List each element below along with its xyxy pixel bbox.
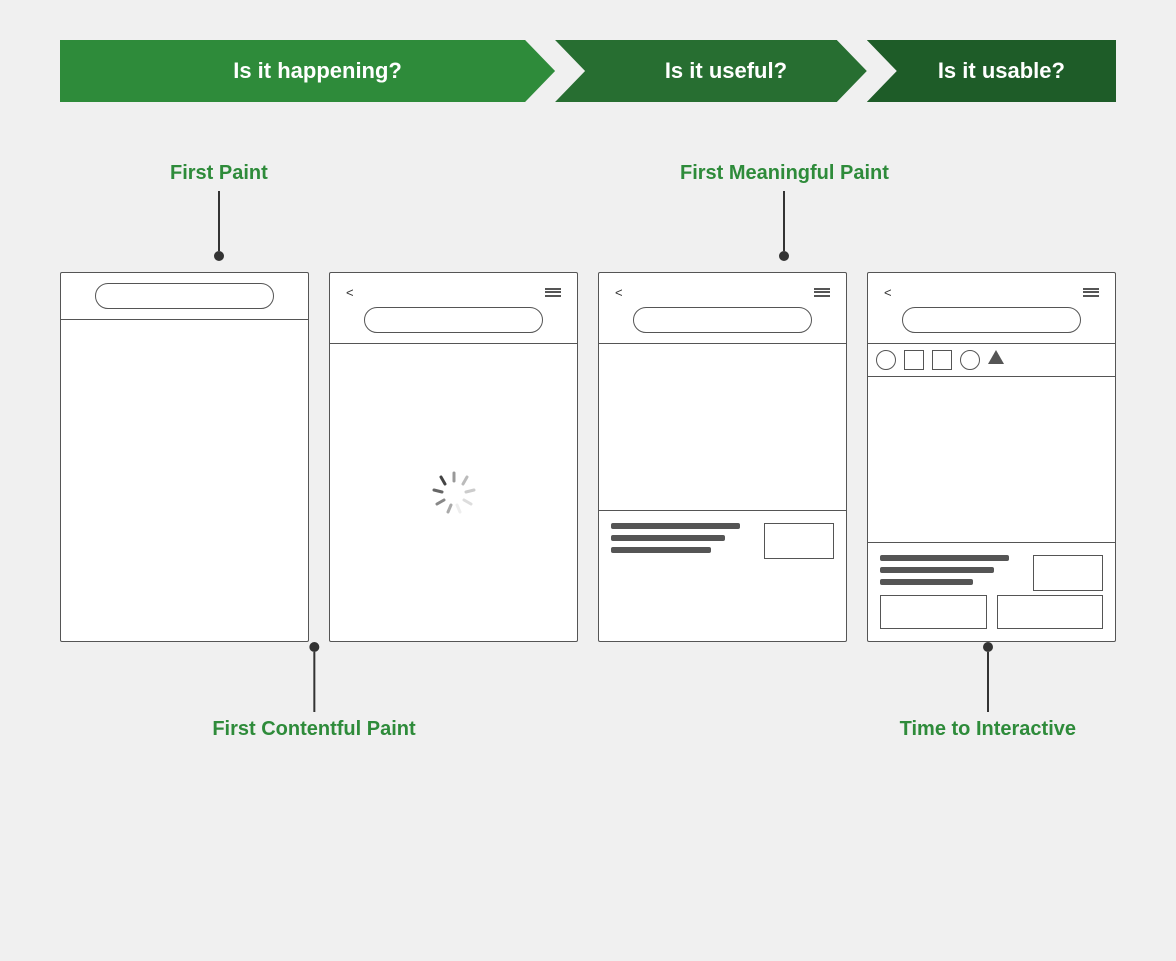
time-to-interactive-dot (983, 642, 993, 652)
screen4-nav: < (880, 283, 1103, 301)
screen4-content-row (880, 555, 1103, 591)
screen4-bottom-buttons (880, 595, 1103, 629)
tab-icon-circle-2 (960, 350, 980, 370)
loading-spinner (429, 468, 479, 518)
tab-icon-triangle (988, 350, 1004, 364)
bottom-labels: First Contentful Paint Time to Interacti… (60, 642, 1116, 752)
screen3-button (764, 523, 834, 559)
first-contentful-paint-label: First Contentful Paint (212, 718, 415, 741)
text-line-2 (611, 535, 725, 541)
text-line-5 (880, 567, 994, 573)
text-line-1 (611, 523, 740, 529)
screen2-body (330, 344, 577, 641)
tab-icon-square-2 (932, 350, 952, 370)
screen4-text-block (880, 555, 1023, 591)
first-meaningful-paint-dot (779, 251, 789, 261)
screen1-body (61, 320, 308, 641)
bottom-btn-2 (997, 595, 1104, 629)
banner-arrow-2: Is it useful? (555, 40, 867, 102)
first-meaningful-paint-label: First Meaningful Paint (680, 162, 889, 185)
screen2-wrapper: < (329, 272, 578, 642)
screen4-mockup: < (867, 272, 1116, 642)
banner: Is it happening? Is it useful? Is it usa… (60, 40, 1116, 102)
first-paint-line (218, 191, 220, 251)
back-icon-4: < (884, 285, 892, 300)
screen3-nav: < (611, 283, 834, 301)
text-line-6 (880, 579, 973, 585)
screen1-wrapper (60, 272, 309, 642)
banner-arrow-1: Is it happening? (60, 40, 555, 102)
back-icon: < (346, 285, 354, 300)
bottom-btn-1 (880, 595, 987, 629)
screen3-text-block (611, 523, 754, 559)
screen4-header: < (868, 273, 1115, 344)
screen2-header: < (330, 273, 577, 344)
tab-icon-circle-1 (876, 350, 896, 370)
screen3-wrapper: < (598, 272, 847, 642)
first-contentful-paint-dot (309, 642, 319, 652)
first-meaningful-paint-line (783, 191, 785, 251)
hamburger-icon (545, 286, 561, 298)
screen4-button (1033, 555, 1103, 591)
screen4-search-bar (902, 307, 1080, 333)
screen2-search-bar (364, 307, 542, 333)
banner-label-2: Is it useful? (665, 58, 787, 84)
screen4-hero (868, 377, 1115, 543)
diagram: First Paint First Meaningful Paint (60, 162, 1116, 752)
screen3-mockup: < (598, 272, 847, 642)
screen1-mockup (60, 272, 309, 642)
first-paint-dot (214, 251, 224, 261)
first-contentful-paint-label-group: First Contentful Paint (212, 642, 415, 741)
first-contentful-paint-line (313, 652, 315, 712)
top-labels: First Paint First Meaningful Paint (60, 162, 1116, 272)
text-line-4 (880, 555, 1009, 561)
screen2-mockup: < (329, 272, 578, 642)
hamburger-icon-4 (1083, 286, 1099, 298)
first-paint-label: First Paint (170, 162, 268, 185)
screen4-tab-bar (868, 344, 1115, 377)
hamburger-icon-3 (814, 286, 830, 298)
first-paint-label-group: First Paint (170, 162, 268, 261)
screen3-header: < (599, 273, 846, 344)
banner-arrow-3: Is it usable? (867, 40, 1116, 102)
screen2-nav: < (342, 283, 565, 301)
screen1-header (61, 273, 308, 320)
screen3-content-row (611, 523, 834, 559)
time-to-interactive-label: Time to Interactive (900, 718, 1076, 741)
screen3-search-bar (633, 307, 811, 333)
screen4-wrapper: < (867, 272, 1116, 642)
time-to-interactive-label-group: Time to Interactive (900, 642, 1076, 741)
time-to-interactive-line (987, 652, 989, 712)
back-icon-3: < (615, 285, 623, 300)
banner-label-1: Is it happening? (233, 58, 402, 84)
screen3-hero (599, 344, 846, 511)
screen1-search-bar (95, 283, 273, 309)
screens-row: < (60, 272, 1116, 642)
screen3-content (599, 511, 846, 641)
screen4-content (868, 543, 1115, 641)
text-line-3 (611, 547, 711, 553)
banner-label-3: Is it usable? (938, 58, 1065, 84)
tab-icon-square-1 (904, 350, 924, 370)
first-meaningful-paint-label-group: First Meaningful Paint (680, 162, 889, 261)
